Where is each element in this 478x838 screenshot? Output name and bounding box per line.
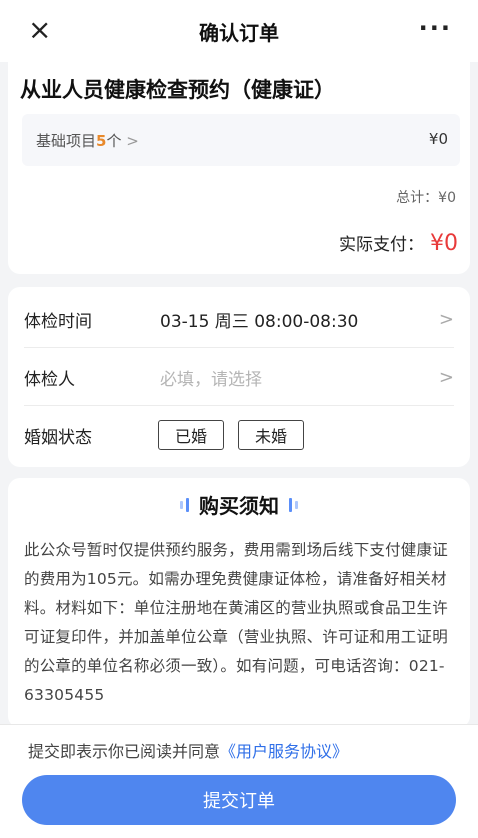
purchase-notice-card: 购买须知 此公众号暂时仅提供预约服务，费用需到场后线下支付健康证的费用为105元… (8, 478, 470, 728)
examinee-row[interactable]: 体检人 必填，请选择 > (8, 349, 470, 405)
submit-order-button[interactable]: 提交订单 (22, 775, 456, 825)
base-items-label: 基础项目5个 > (36, 132, 139, 150)
order-title: 从业人员健康检查预约（健康证） (20, 78, 335, 102)
close-icon[interactable]: × (28, 16, 51, 44)
base-items-price: ¥0 (428, 130, 448, 148)
total-amount: 总计：¥0 (396, 190, 456, 206)
decor-bars-right-icon (289, 497, 298, 512)
divider (24, 405, 454, 406)
exam-time-label: 体检时间 (24, 312, 92, 332)
chevron-right-icon: > (438, 367, 454, 388)
base-items-row[interactable]: 基础项目5个 > ¥0 (22, 114, 460, 166)
agreement-text: 提交即表示你已阅读并同意《用户服务协议》 (28, 742, 349, 761)
marital-option-single[interactable]: 未婚 (238, 420, 305, 450)
examinee-label: 体检人 (24, 370, 75, 390)
page-title: 确认订单 (199, 20, 279, 45)
bottom-bar: 提交即表示你已阅读并同意《用户服务协议》 提交订单 (0, 724, 478, 838)
exam-time-row[interactable]: 体检时间 03-15 周三 08:00-08:30 > (8, 291, 470, 347)
chevron-right-icon: > (126, 132, 139, 150)
chevron-right-icon: > (438, 309, 454, 330)
more-icon[interactable]: ··· (419, 14, 452, 42)
divider (24, 347, 454, 348)
actual-payment-amount: ¥0 (430, 231, 458, 256)
order-card: 从业人员健康检查预约（健康证） 基础项目5个 > ¥0 总计：¥0 实际支付： … (8, 62, 470, 274)
marital-options: 已婚 未婚 (158, 420, 305, 450)
user-agreement-link[interactable]: 《用户服务协议》 (220, 742, 348, 761)
exam-time-value: 03-15 周三 08:00-08:30 (160, 312, 359, 332)
notice-header: 购买须知 (8, 490, 470, 519)
decor-bars-left-icon (180, 497, 189, 512)
examinee-placeholder: 必填，请选择 (160, 370, 262, 390)
actual-payment-label: 实际支付： (339, 235, 424, 255)
notice-body: 此公众号暂时仅提供预约服务，费用需到场后线下支付健康证的费用为105元。如需办理… (24, 541, 448, 704)
marital-row: 婚姻状态 已婚 未婚 (8, 407, 470, 463)
marital-label: 婚姻状态 (24, 428, 92, 448)
notice-title: 购买须知 (199, 494, 279, 518)
base-items-count: 5 (96, 132, 107, 150)
nav-bar: × 确认订单 ··· (0, 0, 478, 62)
exam-info-card: 体检时间 03-15 周三 08:00-08:30 > 体检人 必填，请选择 >… (8, 287, 470, 467)
marital-option-married[interactable]: 已婚 (158, 420, 225, 450)
actual-payment: 实际支付： ¥0 (339, 230, 458, 256)
